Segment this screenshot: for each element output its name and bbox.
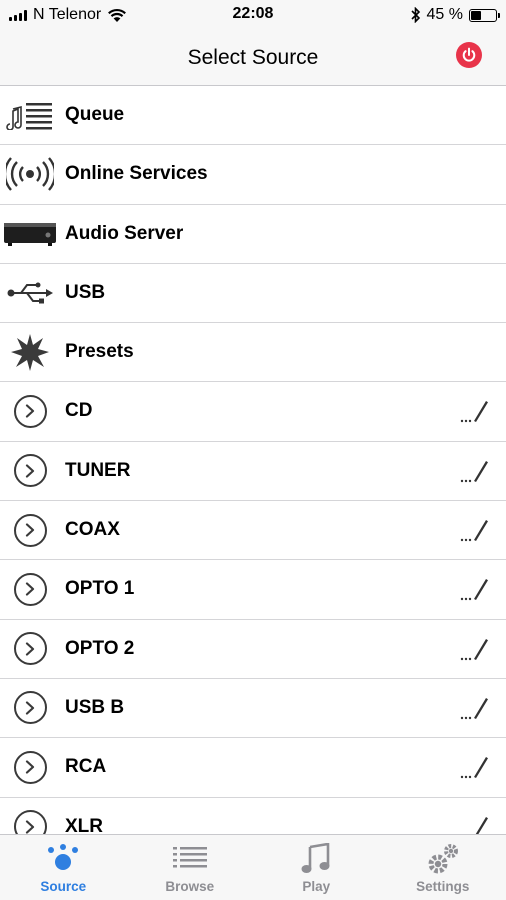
input-row[interactable]: CD <box>0 382 506 442</box>
input-row[interactable]: COAX <box>0 501 506 561</box>
edit-pencil-icon <box>460 757 488 779</box>
broadcast-icon <box>4 154 56 194</box>
source-label: Queue <box>65 104 125 125</box>
chevron-right-icon[interactable] <box>4 391 56 431</box>
browse-list-icon <box>172 843 208 875</box>
source-label: USB <box>65 281 106 303</box>
edit-pencil-icon <box>460 697 488 720</box>
battery-level <box>471 10 482 20</box>
chevron-right-icon[interactable] <box>4 510 56 550</box>
input-label: OPTO 2 <box>65 637 135 659</box>
edit-name-button[interactable] <box>460 754 490 780</box>
edit-pencil-icon <box>475 816 488 834</box>
navigation-bar: Select Source <box>0 30 506 86</box>
tab-label: Settings <box>416 879 470 894</box>
edit-pencil-icon <box>460 460 488 482</box>
source-label: Presets <box>65 341 134 363</box>
chevron-right-icon[interactable] <box>4 629 56 669</box>
edit-name-button[interactable] <box>460 576 490 602</box>
audio-server-icon <box>4 214 56 254</box>
input-label: RCA <box>65 756 107 778</box>
tab-label: Browse <box>165 879 215 894</box>
status-right: 45 % <box>410 5 500 25</box>
edit-pencil-icon <box>460 520 488 542</box>
tab-label: Play <box>302 879 331 894</box>
edit-name-button[interactable] <box>460 517 490 543</box>
source-dots-icon <box>45 843 81 875</box>
input-label: TUNER <box>65 459 131 481</box>
source-label: Online Services <box>65 163 208 185</box>
battery-icon <box>469 8 500 22</box>
bluetooth-icon <box>410 7 420 23</box>
source-label: Audio Server <box>65 222 184 244</box>
queue-icon <box>4 95 56 135</box>
input-row[interactable]: USB B <box>0 679 506 739</box>
page-title: Select Source <box>187 46 319 69</box>
gears-icon <box>425 843 461 875</box>
input-row[interactable]: OPTO 1 <box>0 560 506 620</box>
tab-browse[interactable]: Browse <box>127 835 254 900</box>
presets-star-icon <box>4 332 56 372</box>
input-row[interactable]: XLR <box>0 798 506 834</box>
power-button[interactable] <box>456 42 482 68</box>
tab-settings[interactable]: Settings <box>380 835 506 900</box>
source-row-online-services[interactable]: Online Services <box>0 145 506 205</box>
chevron-right-icon[interactable] <box>4 807 56 834</box>
input-label: USB B <box>65 696 125 718</box>
input-label: COAX <box>65 519 120 541</box>
tab-label: Source <box>40 879 87 894</box>
tab-bar: Source Browse Play Settings <box>0 834 506 900</box>
chevron-right-icon[interactable] <box>4 747 56 787</box>
power-icon <box>462 47 476 62</box>
edit-name-button[interactable] <box>460 814 490 834</box>
edit-name-button[interactable] <box>460 695 490 721</box>
tab-source[interactable]: Source <box>0 835 127 900</box>
chevron-right-icon[interactable] <box>4 451 56 491</box>
usb-icon <box>4 273 56 313</box>
source-row-audio-server[interactable]: Audio Server <box>0 205 506 264</box>
edit-pencil-icon <box>460 579 488 601</box>
edit-pencil-icon <box>460 401 488 423</box>
input-row[interactable]: OPTO 2 <box>0 620 506 679</box>
input-label: CD <box>65 400 93 422</box>
source-row-presets[interactable]: Presets <box>0 323 506 383</box>
edit-name-button[interactable] <box>460 636 490 662</box>
music-note-icon <box>298 843 334 875</box>
input-row[interactable]: RCA <box>0 738 506 798</box>
battery-percentage: 45 % <box>426 6 463 23</box>
source-row-queue[interactable]: Queue <box>0 86 506 146</box>
edit-pencil-icon <box>460 638 488 660</box>
source-row-usb[interactable]: USB <box>0 264 506 324</box>
status-bar: N Telenor 22:08 45 % <box>0 0 506 30</box>
chevron-right-icon[interactable] <box>4 688 56 728</box>
source-list: Queue Online Services Audio Server USB P… <box>0 86 506 834</box>
chevron-right-icon[interactable] <box>4 569 56 609</box>
input-label: OPTO 1 <box>65 578 135 600</box>
input-row[interactable]: TUNER <box>0 442 506 502</box>
tab-play[interactable]: Play <box>253 835 380 900</box>
edit-name-button[interactable] <box>460 398 490 424</box>
input-label: XLR <box>65 815 103 834</box>
edit-name-button[interactable] <box>460 458 490 484</box>
